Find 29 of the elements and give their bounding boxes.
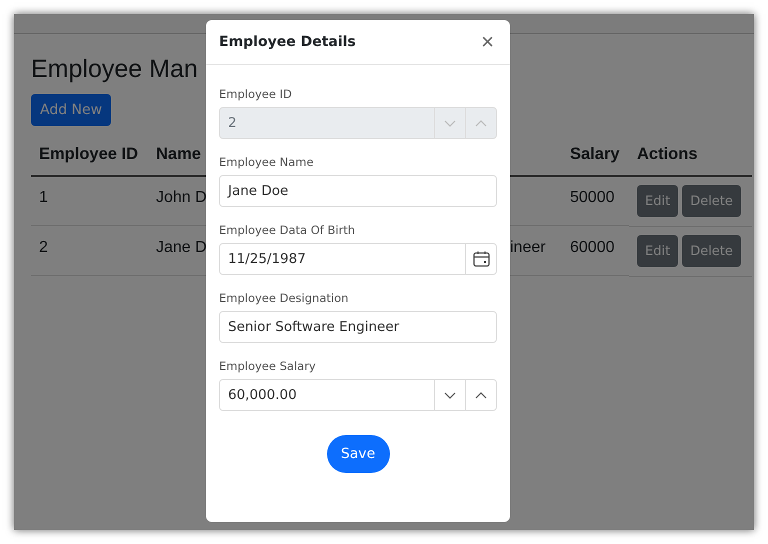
date-field[interactable]: 11/25/1987 (219, 243, 497, 275)
table-cell: 1 (31, 177, 148, 226)
input-field[interactable]: Senior Software Engineer (219, 311, 497, 343)
close-button[interactable]: × (477, 30, 498, 54)
numeric-field[interactable]: 60,000.00 (219, 379, 497, 411)
save-button[interactable]: Save (326, 435, 390, 473)
delete-button[interactable]: Delete (682, 235, 741, 267)
chevron-up-icon (475, 392, 487, 398)
input-field[interactable]: Jane Doe (219, 175, 497, 207)
dialog-title: Employee Details (219, 34, 356, 50)
table-cell: 2 (31, 227, 148, 276)
field-label: Employee Designation (219, 291, 350, 305)
chevron-up-icon (475, 120, 487, 126)
edit-button[interactable]: Edit (637, 185, 678, 217)
table-cell: 50000 (562, 177, 629, 226)
field-label: Employee Name (219, 155, 315, 169)
delete-button[interactable]: Delete (682, 185, 741, 217)
chevron-down-icon (444, 392, 456, 398)
field-label: Employee Salary (219, 359, 317, 373)
column-header: Salary (562, 134, 629, 177)
column-header: Employee ID (31, 134, 148, 177)
add-new-button[interactable]: Add New (31, 94, 112, 126)
field-label: Employee ID (219, 87, 293, 101)
calendar-icon (472, 251, 490, 267)
table-cell: 60000 (562, 227, 629, 276)
page-heading: Employee Man (31, 54, 199, 85)
column-header: Actions (629, 134, 752, 177)
chevron-down-icon (444, 120, 456, 126)
edit-button[interactable]: Edit (637, 235, 678, 267)
